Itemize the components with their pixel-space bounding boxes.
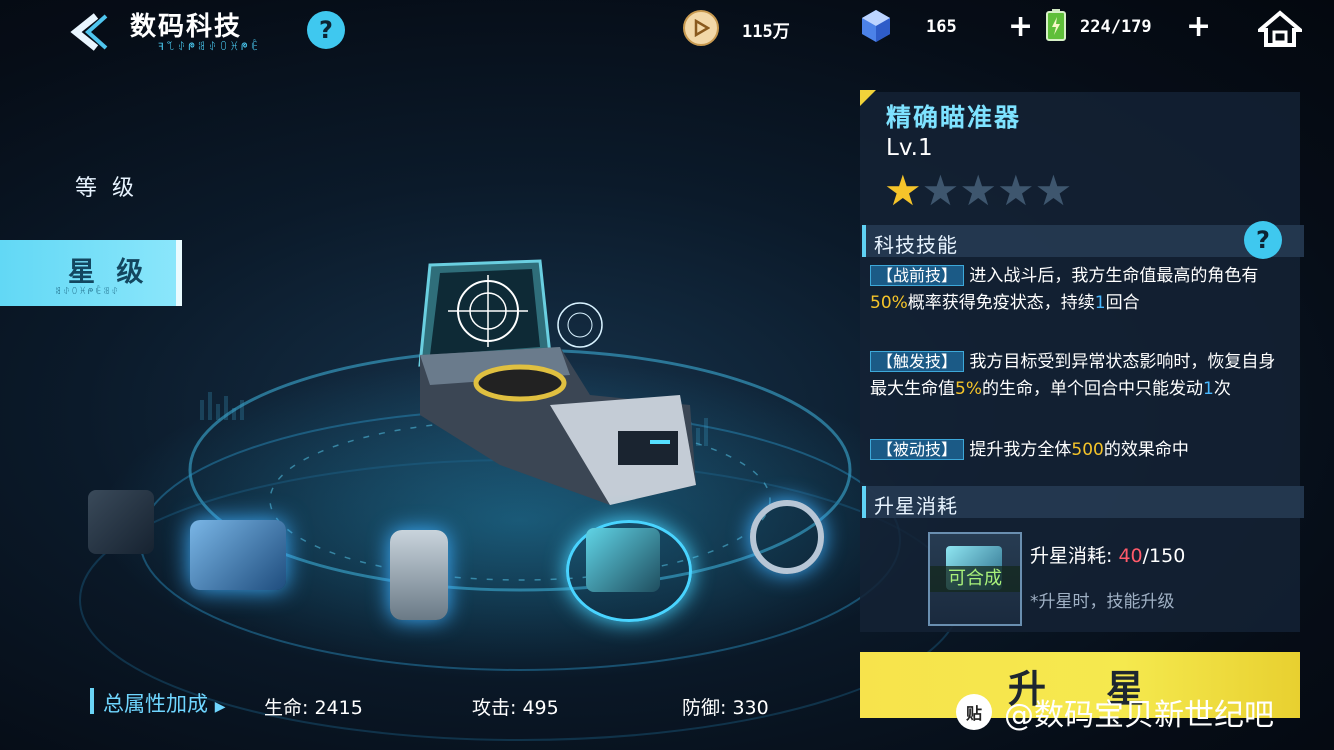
add-gems-button[interactable]: + xyxy=(1008,12,1033,42)
sight-thumb xyxy=(586,528,660,592)
skill-entry: 【战前技】 进入战斗后，我方生命值最高的角色有 50%概率获得免疫状态，持续1回合 xyxy=(870,262,1280,317)
tech-item-slot[interactable] xyxy=(750,500,824,574)
skill-text: 提升我方全体 xyxy=(969,440,1072,460)
tech-item-slot[interactable] xyxy=(88,490,154,554)
tech-item-slot[interactable] xyxy=(390,530,448,620)
totals-title[interactable]: 总属性加成 ▶ xyxy=(103,688,225,718)
skill-text: 1 xyxy=(1094,293,1106,313)
sight-model-image xyxy=(418,259,696,505)
skill-text: 的效果命中 xyxy=(1103,440,1189,460)
tech-item-slot[interactable] xyxy=(190,520,286,590)
skill-text: 1 xyxy=(1202,379,1214,399)
item-name: 精确瞄准器 xyxy=(886,103,1022,132)
item-level: Lv.1 xyxy=(886,135,933,161)
cube-icon xyxy=(858,8,894,48)
stat-hp: 生命: 2415 xyxy=(264,697,363,719)
skill-text: 的生命，单个回合中只能发动 xyxy=(981,379,1203,399)
skill-tag: 【被动技】 xyxy=(870,439,965,460)
star-rating: ★★★★★ xyxy=(884,170,1072,212)
help-button[interactable]: ? xyxy=(307,11,345,49)
star-filled-icon: ★ xyxy=(884,166,922,215)
skill-tag: 【触发技】 xyxy=(870,351,965,372)
skill-text: 500 xyxy=(1071,440,1104,460)
panel-corner-accent xyxy=(860,90,876,106)
home-button[interactable] xyxy=(1254,10,1306,52)
cost-current: 40 xyxy=(1118,545,1143,567)
star-empty-icon: ★ xyxy=(996,166,1035,215)
star-empty-icon: ★ xyxy=(921,166,960,215)
totals-accent xyxy=(90,688,94,714)
skill-entry: 【触发技】 我方目标受到异常状态影响时，恢复自身最大生命值5%的生命，单个回合中… xyxy=(870,348,1280,403)
star-empty-icon: ★ xyxy=(959,166,997,215)
skill-text: 回合 xyxy=(1105,293,1140,313)
cost-title: 升星消耗 xyxy=(874,494,958,518)
skill-text: 概率获得免疫状态，持续 xyxy=(907,293,1095,313)
tab-star-label: 星 级 xyxy=(68,257,150,288)
page-subtitle: ꟻ꒹ꂑᖘꌃꂑꄲꁝᖘꍟ xyxy=(158,42,262,53)
cost-amount: 升星消耗: 40/150 xyxy=(1030,541,1185,568)
stat-def: 防御: 330 xyxy=(682,697,769,719)
back-button[interactable] xyxy=(66,10,110,54)
stat-atk: 攻击: 495 xyxy=(472,697,559,719)
skill-text: 进入战斗后，我方生命值最高的角色有 xyxy=(969,266,1259,286)
star-empty-icon: ★ xyxy=(1034,166,1073,215)
tieba-logo-icon: 贴 xyxy=(956,694,992,730)
skills-title: 科技技能 xyxy=(874,233,958,257)
home-icon xyxy=(1254,10,1306,47)
craftable-badge: 可合成 xyxy=(930,566,1020,592)
add-energy-button[interactable]: + xyxy=(1186,12,1211,42)
coin-count: 115万 xyxy=(742,22,790,42)
skill-tag: 【战前技】 xyxy=(870,265,965,286)
cost-total: /150 xyxy=(1142,545,1186,567)
chevron-left-icon xyxy=(70,13,108,51)
tab-level[interactable]: 等 级 xyxy=(75,170,138,202)
coin-icon xyxy=(683,10,719,46)
skills-help-button[interactable]: ? xyxy=(1244,221,1282,259)
material-slot[interactable]: 可合成 xyxy=(928,532,1022,626)
page-title: 数码科技 xyxy=(130,12,243,42)
skill-entry: 【被动技】 提升我方全体500的效果命中 xyxy=(870,436,1280,464)
skill-text: 5% xyxy=(955,379,982,399)
skill-text: 次 xyxy=(1213,379,1231,399)
battery-icon xyxy=(1046,9,1066,41)
energy-count: 224/179 xyxy=(1080,17,1152,37)
cost-note: *升星时，技能升级 xyxy=(1030,592,1175,612)
skill-text: 50% xyxy=(870,293,908,313)
watermark: @数码宝贝新世纪吧 xyxy=(1004,698,1274,733)
gem-count: 165 xyxy=(926,17,957,37)
caret-right-icon: ▶ xyxy=(214,699,226,715)
tab-star-sublabel: ꌃꂑꄲꁝᖘꍟꌃꂑ xyxy=(55,287,120,296)
cost-label: 升星消耗: xyxy=(1030,545,1113,567)
